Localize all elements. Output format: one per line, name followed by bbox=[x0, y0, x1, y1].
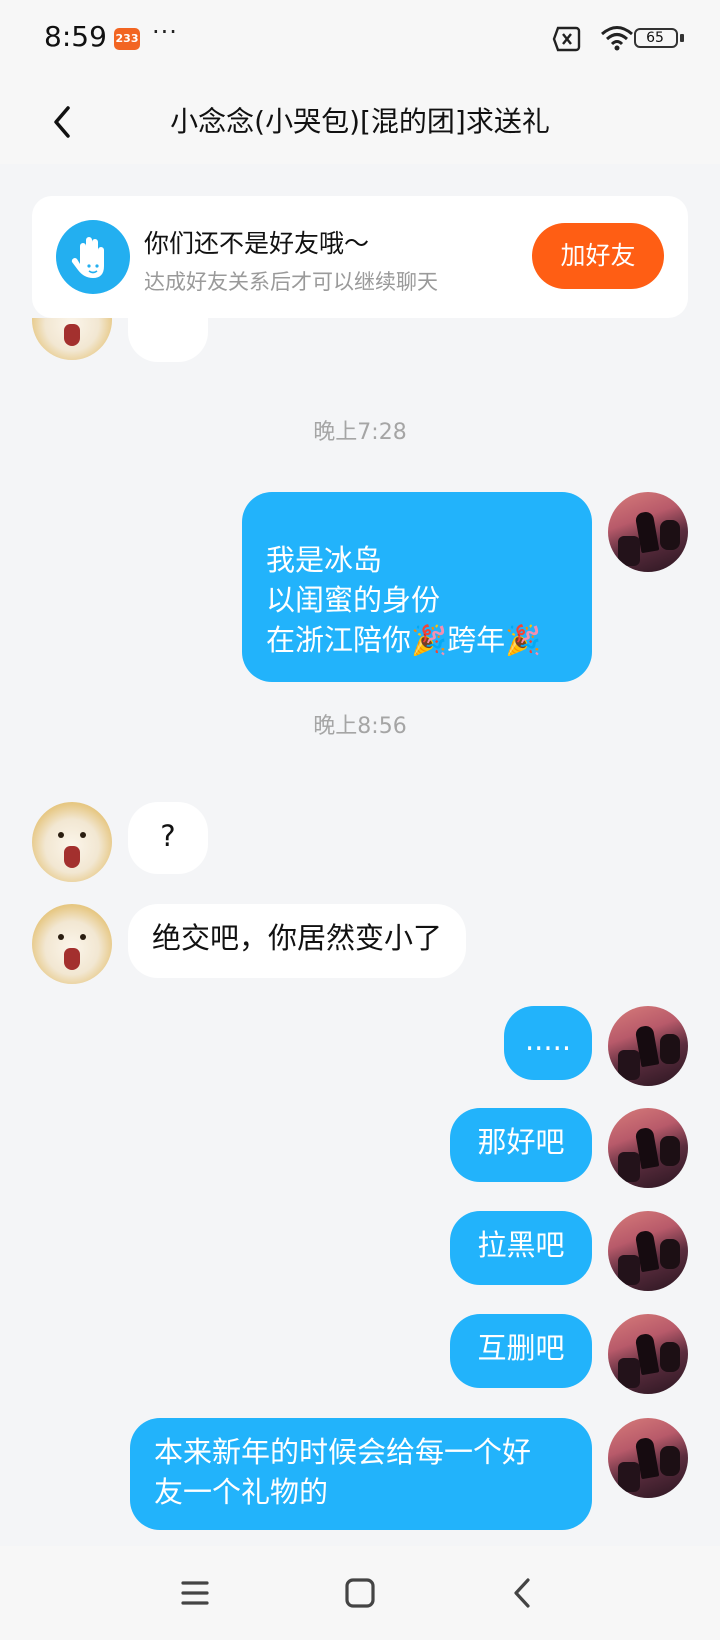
menu-icon[interactable] bbox=[170, 1568, 220, 1618]
contact-avatar[interactable] bbox=[32, 802, 112, 882]
message-bubble-outgoing[interactable]: 那好吧 bbox=[450, 1108, 592, 1182]
message-bubble-outgoing[interactable]: 拉黑吧 bbox=[450, 1211, 592, 1285]
contact-avatar[interactable] bbox=[32, 904, 112, 984]
contact-avatar[interactable] bbox=[32, 318, 112, 360]
message-bubble-incoming[interactable]: ? bbox=[128, 802, 208, 874]
banner-title: 你们还不是好友哦～ bbox=[144, 229, 370, 258]
not-friends-banner: 你们还不是好友哦～ 达成好友关系后才可以继续聊天 加好友 bbox=[32, 196, 688, 318]
more-notifications-icon: ··· bbox=[152, 18, 178, 46]
my-avatar[interactable] bbox=[608, 1418, 688, 1498]
battery-tip bbox=[680, 34, 684, 42]
status-time: 8:59 bbox=[44, 20, 107, 53]
message-bubble-outgoing[interactable]: ..... bbox=[504, 1006, 592, 1080]
message-list[interactable]: 晚上7:28 我是冰岛 以闺蜜的身份 在浙江陪你🎉跨年🎉 晚上8:56 ? 绝交… bbox=[0, 318, 720, 1546]
message-line: 我是冰岛 bbox=[266, 543, 383, 577]
message-bubble-outgoing[interactable]: 互删吧 bbox=[450, 1314, 592, 1388]
my-avatar[interactable] bbox=[608, 492, 688, 572]
timestamp: 晚上8:56 bbox=[313, 714, 407, 739]
my-avatar[interactable] bbox=[608, 1211, 688, 1291]
message-bubble-incoming-partial[interactable] bbox=[128, 318, 208, 362]
chevron-left-icon[interactable] bbox=[44, 94, 88, 148]
my-avatar[interactable] bbox=[608, 1314, 688, 1394]
no-sim-icon bbox=[552, 26, 581, 52]
status-bar: 8:59 233 ··· 65 bbox=[0, 0, 720, 80]
message-line: 本来新年的时候会给每一个好 bbox=[154, 1435, 532, 1469]
back-triangle-icon[interactable] bbox=[498, 1568, 548, 1618]
message-bubble-outgoing[interactable]: 本来新年的时候会给每一个好 友一个礼物的 bbox=[130, 1418, 592, 1530]
message-line: 以闺蜜的身份 bbox=[266, 583, 441, 617]
home-square-icon[interactable] bbox=[335, 1568, 385, 1618]
message-bubble-outgoing[interactable]: 我是冰岛 以闺蜜的身份 在浙江陪你🎉跨年🎉 bbox=[242, 492, 592, 682]
chat-title: 小念念(小哭包)[混的团]求送礼 bbox=[170, 105, 550, 138]
app-notification-badge: 233 bbox=[114, 28, 140, 50]
wave-hand-icon bbox=[56, 220, 130, 294]
battery-level: 65 bbox=[646, 30, 664, 46]
banner-subtitle: 达成好友关系后才可以继续聊天 bbox=[144, 270, 438, 294]
message-line: 友一个礼物的 bbox=[154, 1475, 329, 1509]
add-friend-button[interactable]: 加好友 bbox=[532, 223, 664, 289]
my-avatar[interactable] bbox=[608, 1108, 688, 1188]
chat-header: 小念念(小哭包)[混的团]求送礼 bbox=[0, 80, 720, 164]
wifi-icon bbox=[601, 26, 633, 51]
message-bubble-incoming[interactable]: 绝交吧，你居然变小了 bbox=[128, 904, 467, 978]
my-avatar[interactable] bbox=[608, 1006, 688, 1086]
timestamp: 晚上7:28 bbox=[313, 420, 407, 445]
system-nav-bar bbox=[0, 1546, 720, 1640]
message-line: 在浙江陪你🎉跨年🎉 bbox=[266, 623, 542, 657]
